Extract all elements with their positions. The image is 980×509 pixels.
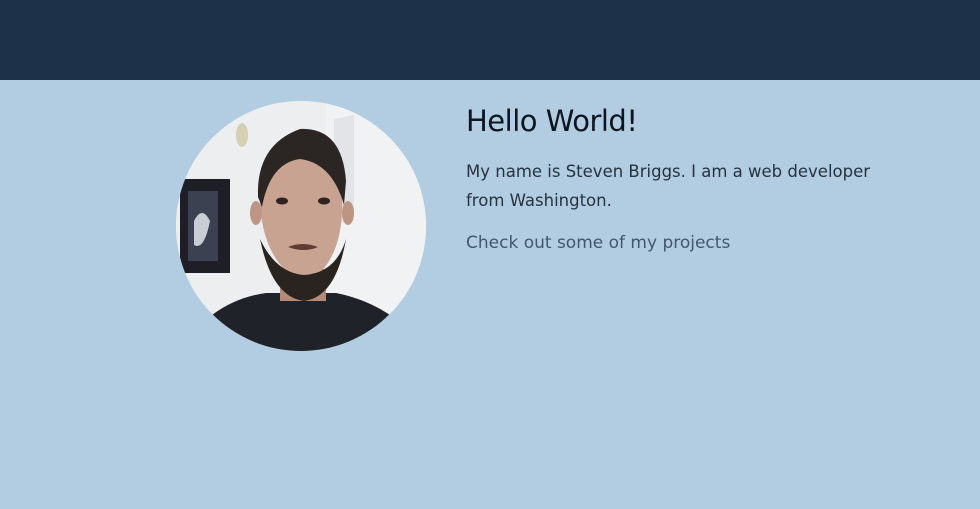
profile-photo-image [176, 101, 426, 351]
intro-section: Hello World! My name is Steven Briggs. I… [466, 102, 906, 255]
page-title: Hello World! [466, 104, 638, 138]
bio-text: My name is Steven Briggs. I am a web dev… [466, 162, 871, 210]
profile-photo [176, 101, 426, 351]
top-navbar [0, 0, 980, 80]
projects-link[interactable]: Check out some of my projects [466, 231, 730, 255]
